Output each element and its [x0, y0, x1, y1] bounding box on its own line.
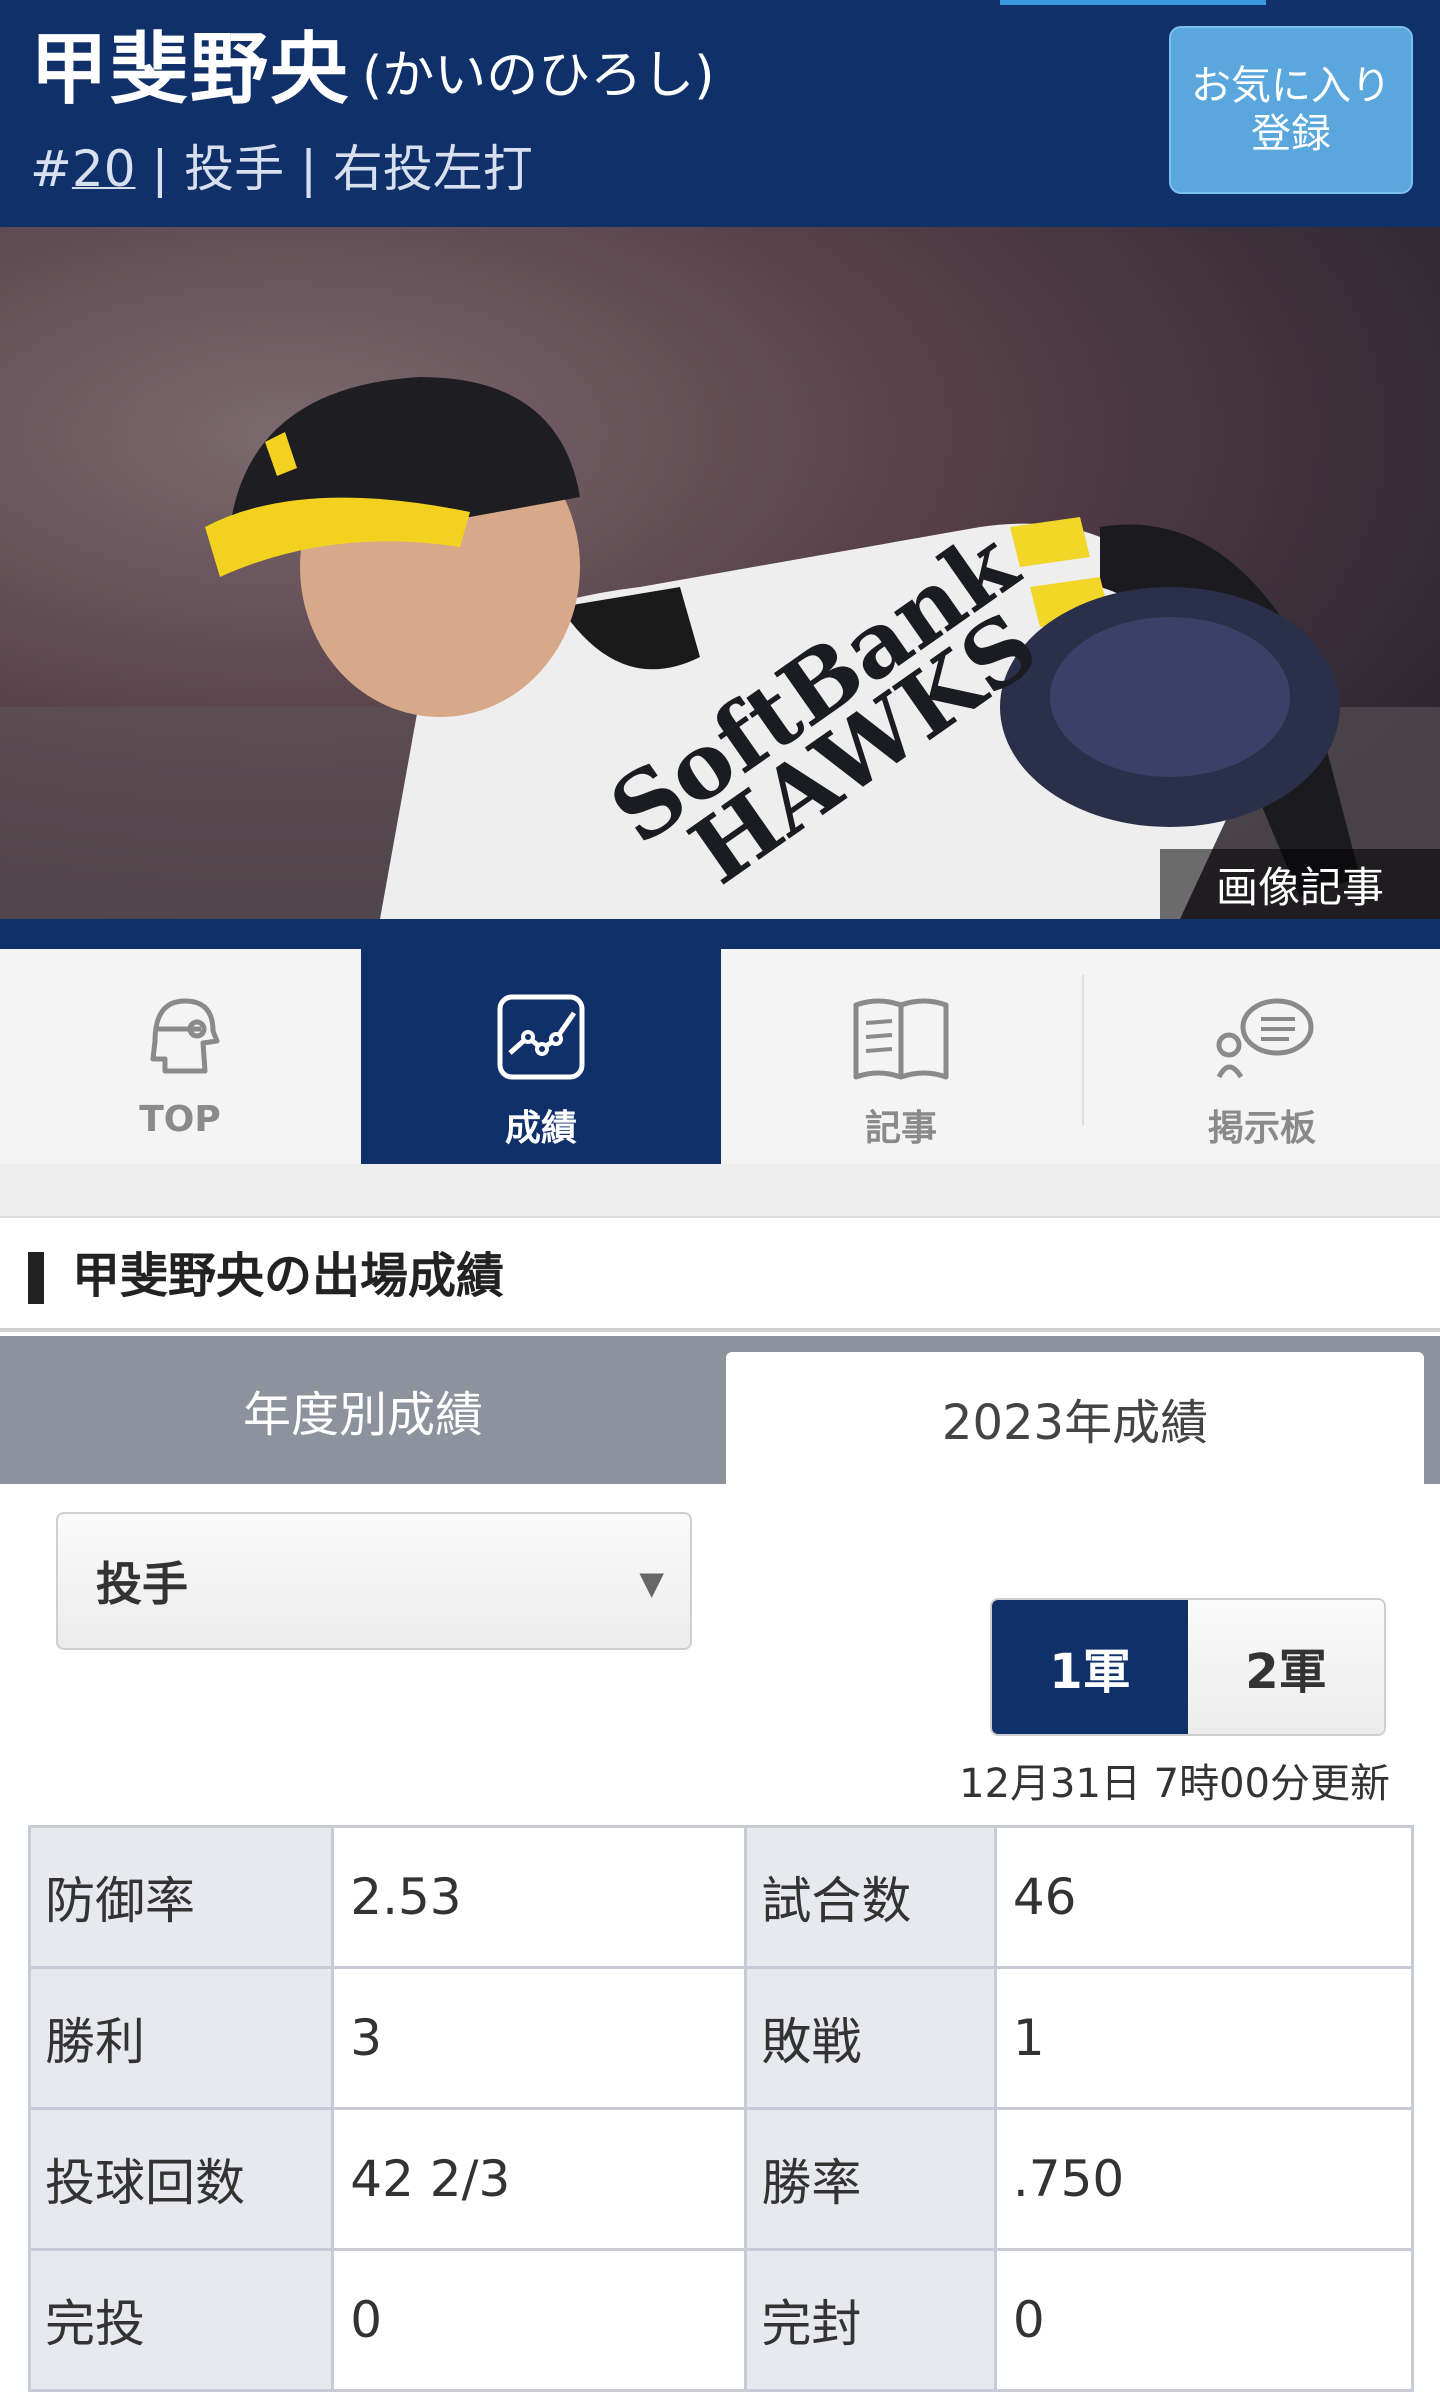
section-title: 甲斐野央の出場成績: [72, 1248, 505, 1304]
tab-board-label: 掲示板: [1207, 1108, 1316, 1149]
tab-stats[interactable]: 成績: [361, 949, 721, 1173]
last-updated: 12月31日 7時00分更新: [959, 1761, 1390, 1807]
table-row: 防御率 2.53 試合数 46: [27, 1825, 1415, 1969]
favorite-label-line2: 登録: [1251, 111, 1331, 157]
tab-articles[interactable]: 記事: [721, 949, 1081, 1164]
table-row: 勝利 3 敗戦 1: [27, 1966, 1415, 2110]
section-header: 甲斐野央の出場成績: [0, 1216, 1440, 1332]
position-select-value: 投手: [96, 1557, 188, 1611]
stat-value: 42 2/3: [331, 2107, 748, 2251]
stat-label: 防御率: [27, 1825, 335, 1969]
player-photo-illustration: SoftBank HAWKS: [0, 227, 1440, 919]
favorite-label-line1: お気に入り: [1191, 63, 1391, 109]
player-nav-tabs: TOP 成績 記事 掲示板: [0, 949, 1440, 1173]
table-row: 投球回数 42 2/3 勝率 .750: [27, 2107, 1415, 2251]
team-level-toggle: 1軍 2軍: [990, 1598, 1386, 1736]
player-name: 甲斐野央: [30, 25, 351, 115]
stat-value: 46: [993, 1825, 1415, 1969]
speech-bubble-icon: [1216, 998, 1314, 1079]
tab-top[interactable]: TOP: [0, 949, 360, 1164]
stat-label: 完投: [27, 2248, 335, 2392]
header-accent-line: [1000, 0, 1266, 5]
stat-value: 0: [993, 2248, 1415, 2392]
image-article-caption[interactable]: 画像記事: [1160, 849, 1440, 919]
tab-articles-label: 記事: [864, 1108, 937, 1149]
tab-top-label: TOP: [139, 1099, 221, 1140]
stat-label: 敗戦: [744, 1966, 997, 2110]
pitching-stats-table: 防御率 2.53 試合数 46 勝利 3 敗戦 1 投球回数 42 2/3 勝率…: [27, 1825, 1415, 2392]
table-row: 完投 0 完封 0: [27, 2248, 1415, 2392]
player-kana: (かいのひろし): [362, 46, 715, 106]
stat-label: 勝率: [744, 2107, 997, 2251]
stat-label: 勝利: [27, 1966, 335, 2110]
section-marker: [28, 1252, 44, 1304]
section-spacer: [0, 1164, 1440, 1220]
chart-line-icon: [497, 994, 585, 1080]
hero-bottom-border: [0, 919, 1440, 949]
book-icon: [853, 998, 949, 1080]
player-head-icon: [150, 998, 220, 1074]
stat-label: 投球回数: [27, 2107, 335, 2251]
stat-value: .750: [993, 2107, 1415, 2251]
player-photo[interactable]: SoftBank HAWKS 画像記事: [0, 227, 1440, 919]
tab-yearly-stats[interactable]: 年度別成績: [0, 1336, 726, 1484]
stat-value: 2.53: [331, 1825, 748, 1969]
tab-board[interactable]: 掲示板: [1082, 949, 1440, 1164]
first-team-button[interactable]: 1軍: [992, 1600, 1188, 1734]
tab-2023-stats[interactable]: 2023年成績: [726, 1352, 1424, 1484]
stat-value: 0: [331, 2248, 748, 2392]
stat-value: 1: [993, 1966, 1415, 2110]
stat-label: 完封: [744, 2248, 997, 2392]
stat-label: 試合数: [744, 1825, 997, 1969]
favorite-button[interactable]: お気に入り 登録: [1169, 26, 1413, 194]
stats-period-tabs: 年度別成績 2023年成績: [0, 1336, 1440, 1484]
tab-stats-label: 成績: [504, 1108, 577, 1149]
uniform-number-link[interactable]: 20: [72, 140, 136, 198]
position-and-handedness: | 投手 | 右投左打: [151, 140, 533, 198]
stat-value: 3: [331, 1966, 748, 2110]
dropdown-arrow-icon: ▼: [639, 1564, 664, 1602]
position-select[interactable]: 投手 ▼: [56, 1512, 692, 1650]
number-prefix: #: [30, 140, 72, 198]
player-meta: #20 | 投手 | 右投左打: [30, 136, 533, 202]
second-team-button[interactable]: 2軍: [1188, 1600, 1384, 1734]
player-header: 甲斐野央 (かいのひろし) #20 | 投手 | 右投左打 お気に入り 登録: [0, 0, 1440, 227]
